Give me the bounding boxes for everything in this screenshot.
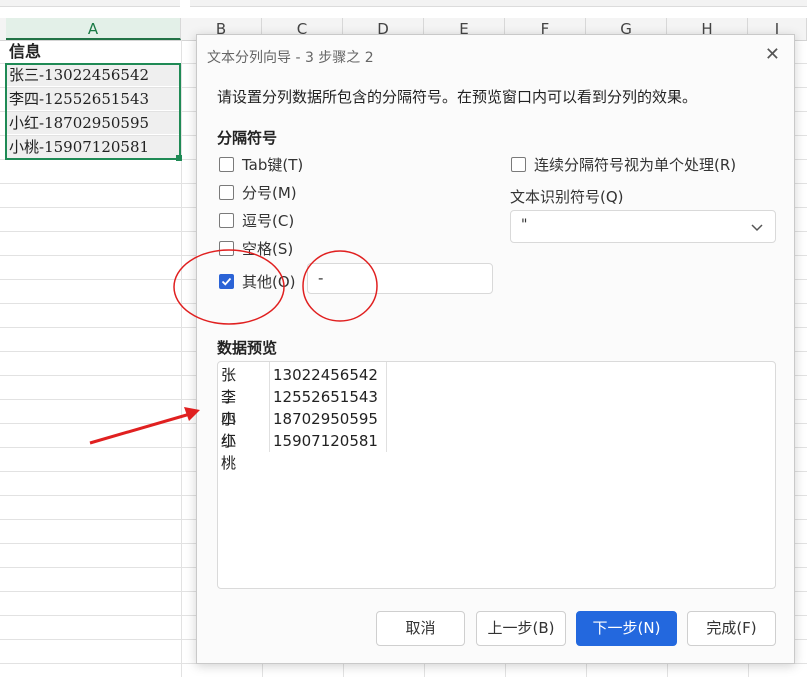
tab-label: Tab键(T) (242, 156, 304, 174)
name-box[interactable] (0, 0, 180, 7)
finish-button[interactable]: 完成(F) (687, 611, 776, 646)
back-button[interactable]: 上一步(B) (476, 611, 566, 646)
formula-bar[interactable] (190, 0, 807, 7)
comma-label: 逗号(C) (242, 212, 295, 230)
cell-a1[interactable]: 信息 (6, 41, 180, 63)
next-button[interactable]: 下一步(N) (576, 611, 677, 646)
preview-label: 数据预览 (217, 339, 278, 357)
delimiters-label: 分隔符号 (217, 129, 278, 147)
preview-number: 13022456542 (273, 366, 378, 384)
option-consecutive[interactable]: 连续分隔符号视为单个处理(R) (511, 154, 736, 175)
fill-handle[interactable] (176, 155, 182, 161)
consecutive-checkbox[interactable] (511, 157, 526, 172)
consecutive-label: 连续分隔符号视为单个处理(R) (534, 156, 737, 174)
check-icon (221, 277, 232, 286)
other-checkbox[interactable] (219, 274, 234, 289)
space-label: 空格(S) (242, 240, 294, 258)
comma-checkbox[interactable] (219, 213, 234, 228)
option-other[interactable]: 其他(O) (219, 271, 296, 292)
preview-number: 15907120581 (273, 432, 378, 450)
cell-selection (5, 63, 181, 160)
other-delimiter-input[interactable]: - (307, 263, 493, 294)
option-semicolon[interactable]: 分号(M) (219, 182, 297, 203)
cancel-button[interactable]: 取消 (376, 611, 465, 646)
preview-name: 小桃 (221, 432, 237, 472)
preview-number: 12552651543 (273, 388, 378, 406)
chevron-down-icon (751, 224, 763, 232)
preview-number: 18702950595 (273, 410, 378, 428)
close-icon[interactable]: ✕ (765, 45, 780, 65)
option-space[interactable]: 空格(S) (219, 238, 293, 259)
dialog-title: 文本分列向导 - 3 步骤之 2 (207, 50, 374, 66)
text-to-columns-dialog: 文本分列向导 - 3 步骤之 2 ✕ 请设置分列数据所包含的分隔符号。在预览窗口… (196, 34, 795, 664)
tab-checkbox[interactable] (219, 157, 234, 172)
column-gridline (181, 40, 182, 677)
option-tab[interactable]: Tab键(T) (219, 154, 303, 175)
data-preview[interactable]: 张三 13022456542 李四 12552651543 小红 1870295… (217, 361, 776, 589)
space-checkbox[interactable] (219, 241, 234, 256)
qualifier-value: " (521, 217, 528, 233)
semicolon-checkbox[interactable] (219, 185, 234, 200)
text-qualifier-select[interactable]: " (510, 210, 776, 243)
dialog-description: 请设置分列数据所包含的分隔符号。在预览窗口内可以看到分列的效果。 (217, 88, 698, 106)
qualifier-label: 文本识别符号(Q) (510, 188, 624, 206)
other-label: 其他(O) (242, 273, 296, 291)
column-header-a[interactable]: A (6, 18, 181, 40)
option-comma[interactable]: 逗号(C) (219, 210, 294, 231)
semicolon-label: 分号(M) (242, 184, 297, 202)
